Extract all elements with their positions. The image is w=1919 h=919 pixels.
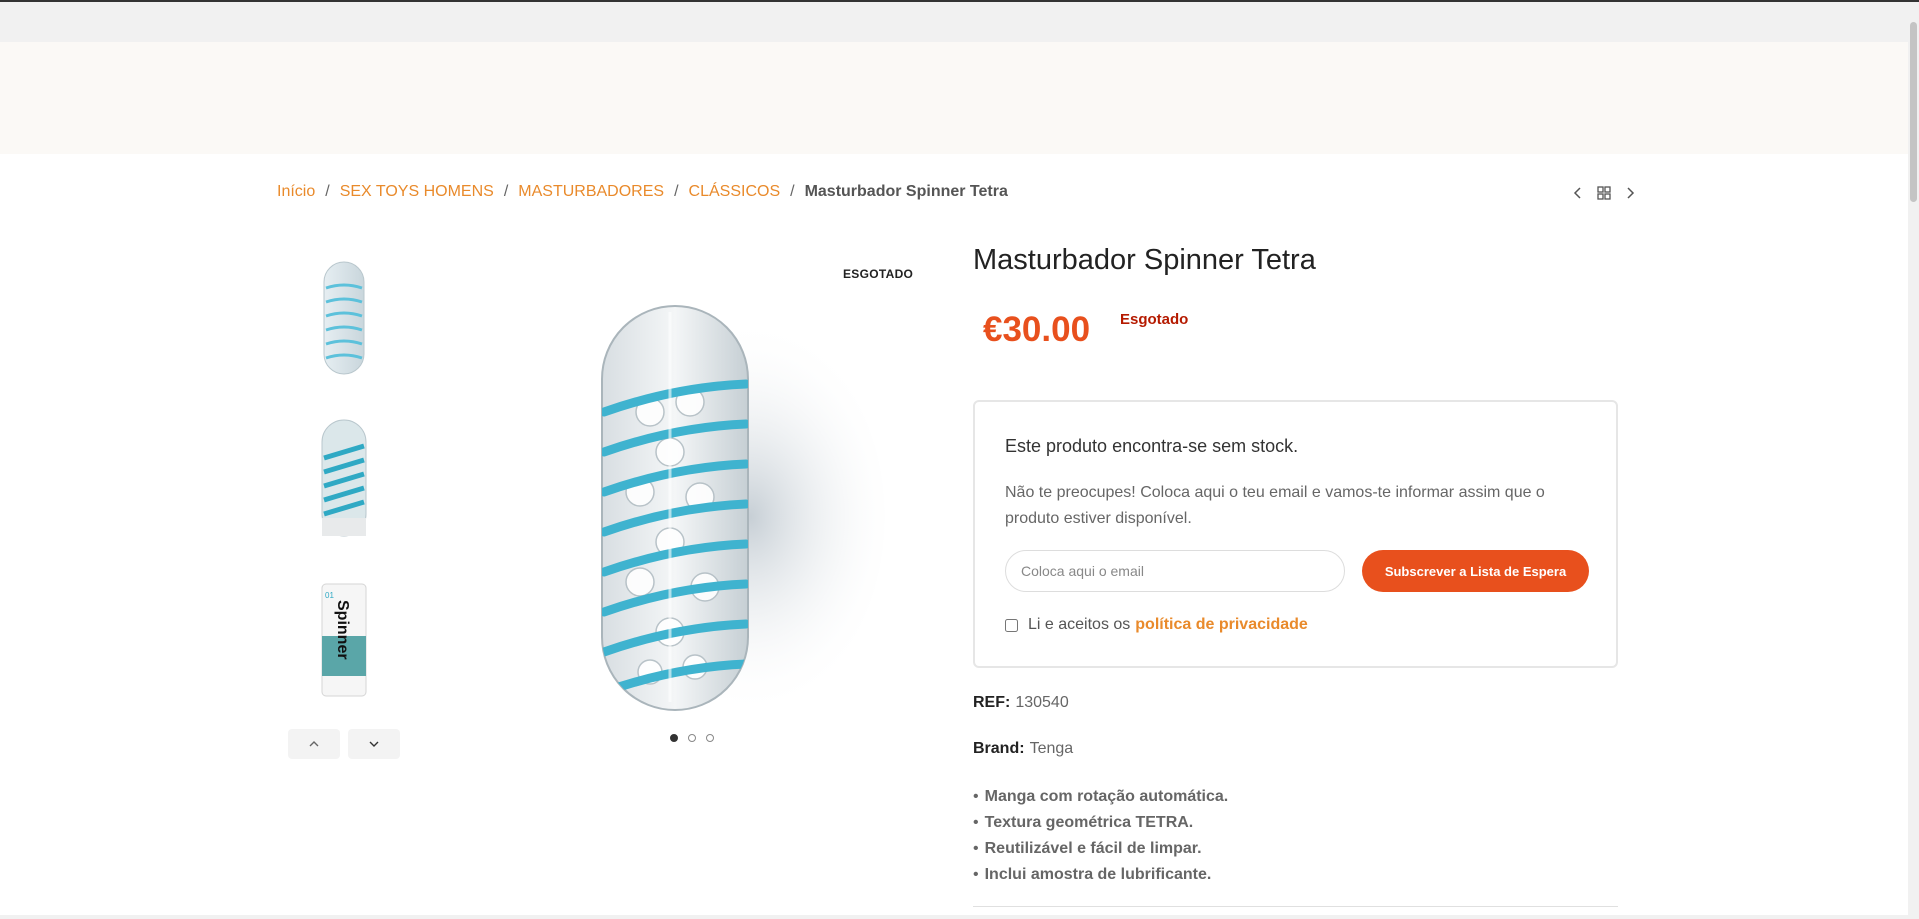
waitlist-box: Este produto encontra-se sem stock. Não …	[973, 400, 1618, 668]
product-price: €30.00	[983, 310, 1091, 349]
feature-item: Manga com rotação automática.	[973, 784, 1229, 810]
waitlist-title: Este produto encontra-se sem stock.	[1005, 436, 1299, 456]
thumb-pack-brand: Spinner	[334, 600, 351, 660]
breadcrumb-current: Masturbador Spinner Tetra	[804, 183, 1008, 200]
breadcrumb-link-sex-toys-homens[interactable]: SEX TOYS HOMENS	[340, 183, 494, 201]
feature-item: Reutilizável e fácil de limpar.	[973, 836, 1228, 862]
brand-label: Brand:	[973, 740, 1025, 757]
stock-status: Esgotado	[1120, 311, 1189, 328]
site-header	[0, 42, 1908, 154]
breadcrumb-separator: /	[325, 183, 330, 200]
breadcrumb-separator: /	[503, 183, 509, 200]
grid-icon[interactable]	[1596, 185, 1612, 201]
thumbnail-front-view[interactable]	[288, 258, 400, 383]
scrollbar-thumb[interactable]	[1910, 22, 1917, 202]
thumbnail-navigation	[288, 729, 400, 759]
ref-label: REF:	[973, 694, 1011, 711]
bottom-edge	[0, 915, 1908, 919]
feature-item: Inclui amostra de lubrificante.	[973, 862, 1228, 888]
product-brand: Brand: Tenga	[973, 740, 1073, 758]
privacy-consent-checkbox[interactable]	[1005, 618, 1018, 632]
privacy-consent: Li e aceitos os política de privacidade	[1005, 616, 1308, 634]
breadcrumb-separator: /	[674, 183, 679, 200]
thumbnail-down-button[interactable]	[348, 729, 400, 759]
ref-value: 130540	[1015, 694, 1069, 711]
breadcrumb-link-masturbadores[interactable]: MASTURBADORES	[518, 183, 664, 201]
main-product-image[interactable]	[520, 262, 940, 722]
subscribe-waitlist-button[interactable]: Subscrever a Lista de Espera	[1362, 550, 1589, 592]
pagination-dot[interactable]	[706, 734, 714, 742]
top-strip	[0, 2, 1908, 42]
divider	[973, 906, 1618, 907]
scrollbar[interactable]	[1908, 2, 1919, 919]
thumb-pack-number: 01	[325, 591, 334, 600]
privacy-policy-link[interactable]: política de privacidade	[1135, 616, 1308, 634]
breadcrumb-separator: /	[790, 183, 795, 200]
breadcrumb-link-classicos[interactable]: CLÁSSICOS	[689, 183, 781, 201]
out-of-stock-badge: ESGOTADO	[843, 267, 914, 281]
thumbnail-spiral-side-view[interactable]	[288, 418, 400, 543]
pagination-dot[interactable]	[688, 734, 696, 742]
chevron-left-icon[interactable]	[1570, 185, 1586, 201]
product-title: Masturbador Spinner Tetra	[973, 244, 1316, 276]
image-pagination	[670, 734, 714, 742]
waitlist-email-input[interactable]	[1005, 550, 1345, 592]
chevron-right-icon[interactable]	[1622, 185, 1638, 201]
product-navigation	[1570, 185, 1638, 201]
product-ref: REF: 130540	[973, 694, 1069, 712]
breadcrumb: Início / SEX TOYS HOMENS / MASTURBADORES…	[277, 183, 1008, 201]
feature-item: Textura geométrica TETRA.	[973, 810, 1228, 836]
thumbnail-up-button[interactable]	[288, 729, 340, 759]
privacy-consent-label: Li e aceitos os	[1028, 616, 1131, 633]
chevron-up-icon	[309, 741, 319, 747]
brand-value: Tenga	[1029, 740, 1074, 757]
breadcrumb-link-home[interactable]: Início	[277, 183, 315, 201]
waitlist-description: Não te preocupes! Coloca aqui o teu emai…	[1005, 484, 1545, 527]
chevron-down-icon	[369, 741, 379, 747]
pagination-dot[interactable]	[670, 734, 678, 742]
thumbnail-packaging-view[interactable]: 01 Spinner	[288, 578, 400, 703]
feature-list: Manga com rotação automática. Textura ge…	[973, 784, 1229, 888]
